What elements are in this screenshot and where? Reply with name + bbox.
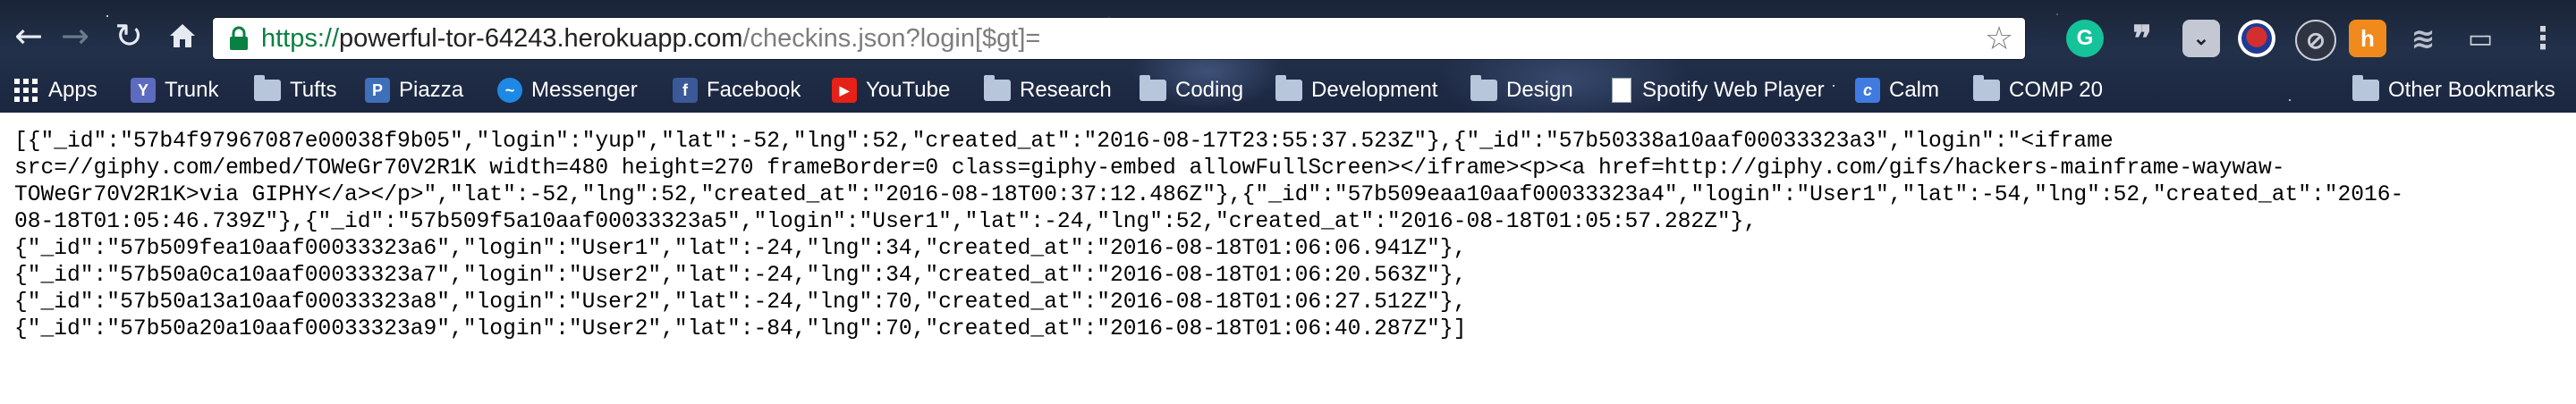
apps-grid-icon: [14, 79, 38, 102]
folder-icon: [254, 75, 281, 101]
piazza-icon: P: [365, 78, 390, 103]
bookmark-other-bookmarks[interactable]: Other Bookmarks: [2352, 68, 2555, 113]
trunk-icon: Y: [131, 78, 156, 103]
bookmark-star-icon[interactable]: ☆: [1982, 21, 2016, 57]
bookmark-label: COMP 20: [2009, 78, 2103, 102]
badge-icon[interactable]: [2238, 20, 2275, 57]
json-response-text: [{"_id":"57b4f97967087e00038f9b05","logi…: [14, 130, 2404, 341]
pocket-icon[interactable]: ⌄: [2182, 20, 2220, 57]
bookmark-label: Calm: [1889, 78, 1940, 102]
page-content: [{"_id":"57b4f97967087e00038f9b05","logi…: [0, 113, 2576, 404]
browser-toolbar: ← → ↻ https://powerful-tor-64243.herokua…: [0, 0, 2576, 113]
back-arrow-icon[interactable]: ←: [9, 16, 48, 55]
bookmark-calm[interactable]: c Calm: [1855, 68, 1939, 113]
bookmark-label: Messenger: [531, 78, 638, 102]
folder-icon: [1470, 75, 1497, 101]
folder-icon: [1973, 75, 2000, 101]
bookmark-label: YouTube: [866, 78, 951, 102]
bookmark-label: Coding: [1175, 78, 1244, 102]
folder-icon: [1140, 75, 1166, 101]
bookmarks-bar: Apps Y Trunk Tufts P Piazza ~ Messenger …: [0, 68, 2576, 113]
bookmark-youtube[interactable]: ▶ YouTube: [832, 68, 950, 113]
folder-icon: [984, 75, 1011, 101]
forward-arrow-icon[interactable]: →: [55, 16, 95, 55]
honey-icon[interactable]: h: [2349, 20, 2386, 57]
bookmark-label: Other Bookmarks: [2388, 78, 2555, 102]
url-host: powerful-tor-64243.herokuapp.com: [339, 23, 743, 53]
bookmark-messenger[interactable]: ~ Messenger: [497, 68, 638, 113]
messenger-icon: ~: [497, 78, 522, 103]
bookmark-label: Development: [1311, 78, 1438, 102]
facebook-icon: f: [673, 78, 698, 103]
bookmark-label: Trunk: [165, 78, 219, 102]
home-icon[interactable]: [163, 16, 202, 55]
bookmark-spotify-web-player[interactable]: Spotify Web Player: [1612, 68, 1825, 113]
cast-icon[interactable]: ▭: [2462, 20, 2499, 57]
reload-icon[interactable]: ↻: [109, 16, 148, 55]
block-icon[interactable]: ⊘: [2295, 20, 2336, 61]
bookmark-coding[interactable]: Coding: [1140, 68, 1243, 113]
folder-icon: [2352, 75, 2379, 101]
document-icon: [1612, 78, 1631, 103]
bookmark-label: Tufts: [290, 78, 337, 102]
youtube-icon: ▶: [832, 78, 857, 103]
grammarly-icon[interactable]: G: [2066, 20, 2104, 57]
quote-icon[interactable]: ❞: [2123, 18, 2161, 60]
bookmark-label: Apps: [48, 78, 97, 102]
address-bar[interactable]: https://powerful-tor-64243.herokuapp.com…: [213, 18, 2025, 59]
url-path: /checkins.json?login[$gt]=: [742, 23, 1041, 53]
bookmark-tufts[interactable]: Tufts: [254, 68, 336, 113]
bookmark-development[interactable]: Development: [1275, 68, 1437, 113]
bookmark-research[interactable]: Research: [984, 68, 1112, 113]
bookmark-apps[interactable]: Apps: [14, 68, 97, 113]
calm-icon: c: [1855, 78, 1880, 103]
bookmark-label: Piazza: [399, 78, 464, 102]
folder-icon: [1275, 75, 1302, 101]
layers-icon[interactable]: ≋: [2404, 20, 2442, 57]
bookmark-label: Research: [1020, 78, 1112, 102]
bookmark-comp-20[interactable]: COMP 20: [1973, 68, 2103, 113]
lock-icon: [222, 21, 256, 55]
bookmark-piazza[interactable]: P Piazza: [365, 68, 463, 113]
bookmark-label: Facebook: [707, 78, 801, 102]
bookmark-label: Design: [1506, 78, 1573, 102]
bookmark-trunk[interactable]: Y Trunk: [131, 68, 218, 113]
menu-icon[interactable]: ⋮: [2524, 20, 2562, 57]
bookmark-facebook[interactable]: f Facebook: [673, 68, 801, 113]
bookmark-label: Spotify Web Player: [1642, 78, 1825, 102]
url-scheme: https://: [261, 23, 340, 53]
bookmark-design[interactable]: Design: [1470, 68, 1573, 113]
